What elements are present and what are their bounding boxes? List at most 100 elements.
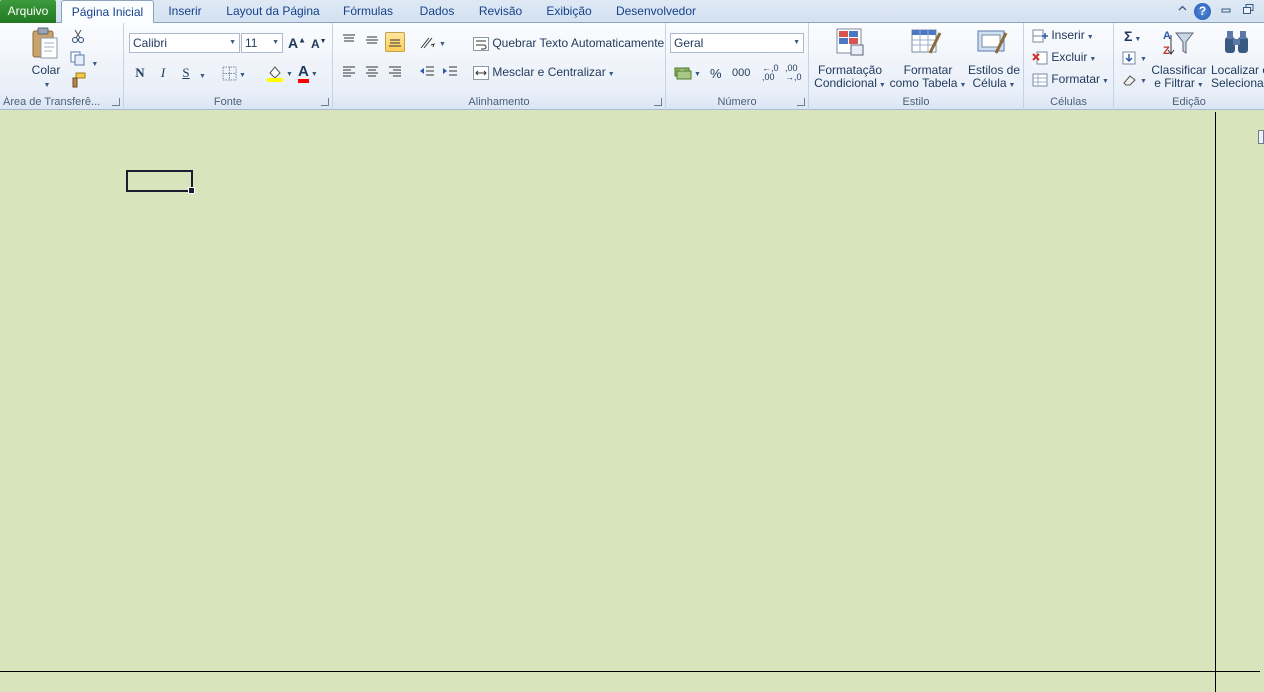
window-minimize-icon[interactable] xyxy=(1217,3,1234,20)
wrap-text-button[interactable]: Quebrar Texto Automaticamente xyxy=(473,36,664,51)
format-as-table-icon[interactable] xyxy=(910,27,942,60)
split-box-handle[interactable] xyxy=(1258,130,1264,144)
group-number: Geral ▼ ▼ % 000 ←,0 ,00 ,00 →,0 Número xyxy=(666,23,809,110)
align-left-icon xyxy=(343,66,355,77)
selected-cell[interactable] xyxy=(126,170,195,194)
fill-button[interactable]: ▼ xyxy=(1122,50,1147,65)
tab-view[interactable]: Exibição xyxy=(540,0,598,23)
paste-button[interactable]: Colar ▼ xyxy=(22,64,70,92)
number-launcher-icon[interactable] xyxy=(797,98,805,106)
thousands-separator-button[interactable]: 000 xyxy=(732,67,750,79)
tab-insert[interactable]: Inserir xyxy=(160,0,210,23)
window-restore-icon[interactable] xyxy=(1239,3,1256,20)
page-break-horizontal xyxy=(0,671,1260,672)
tab-page-layout[interactable]: Layout da Página xyxy=(222,0,324,23)
shrink-font-button[interactable]: A▼ xyxy=(311,37,327,51)
tab-data[interactable]: Dados xyxy=(412,0,462,23)
tab-developer[interactable]: Desenvolvedor xyxy=(610,0,702,23)
align-right-button[interactable] xyxy=(385,63,405,83)
find-select-line1: Localizar e xyxy=(1211,63,1264,77)
underline-button[interactable]: S xyxy=(176,63,196,83)
copy-dropdown-icon[interactable]: ▼ xyxy=(91,61,98,68)
tab-formulas[interactable]: Fórmulas xyxy=(336,0,400,23)
font-name-select[interactable]: Calibri ▼ xyxy=(129,33,240,53)
currency-format-button[interactable]: ▼ xyxy=(674,65,701,80)
align-center-button[interactable] xyxy=(362,63,382,83)
borders-icon xyxy=(222,66,237,81)
tab-review[interactable]: Revisão xyxy=(473,0,528,23)
merge-center-button[interactable]: Mesclar e Centralizar ▼ xyxy=(473,65,615,80)
decrease-indent-button[interactable] xyxy=(417,63,437,83)
delete-cells-button[interactable]: Excluir ▼ xyxy=(1032,50,1096,65)
chevron-down-icon: ▼ xyxy=(793,39,800,46)
fill-color-button[interactable]: ▼ xyxy=(266,64,293,82)
fill-down-icon xyxy=(1122,51,1136,65)
format-cells-button[interactable]: Formatar ▼ xyxy=(1032,72,1109,87)
increase-indent-icon xyxy=(443,66,457,76)
worksheet-area[interactable] xyxy=(0,110,1264,692)
cell-styles-line1: Estilos de xyxy=(967,63,1021,77)
borders-button[interactable]: ▼ xyxy=(222,66,246,81)
italic-button[interactable]: I xyxy=(153,63,173,83)
increase-decimal-icon: ←,0 ,00 xyxy=(762,63,779,82)
alignment-launcher-icon[interactable] xyxy=(654,98,662,106)
decrease-decimal-icon: ,00 →,0 xyxy=(785,63,802,82)
align-middle-button[interactable] xyxy=(362,32,382,52)
align-left-button[interactable] xyxy=(339,63,359,83)
paste-icon[interactable] xyxy=(30,27,60,64)
merge-center-label: Mesclar e Centralizar xyxy=(492,65,606,79)
grow-font-button[interactable]: A▲ xyxy=(288,35,306,51)
orientation-button[interactable]: ▼ xyxy=(419,35,446,50)
sort-filter-button[interactable]: Classificar e Filtrar ▼ xyxy=(1150,64,1208,92)
group-label-style: Estilo xyxy=(902,96,930,108)
tab-home[interactable]: Página Inicial xyxy=(61,0,154,24)
autosum-icon: Σ xyxy=(1124,28,1133,44)
help-icon[interactable]: ? xyxy=(1194,3,1211,20)
format-cells-icon xyxy=(1032,73,1048,87)
tab-file[interactable]: Arquivo xyxy=(0,0,56,23)
grow-font-icon: A xyxy=(288,35,299,51)
group-cells: Inserir ▼ Excluir ▼ Formatar ▼ Células xyxy=(1024,23,1114,110)
underline-dropdown-icon[interactable]: ▼ xyxy=(197,67,206,81)
paste-dropdown-icon[interactable]: ▼ xyxy=(44,82,51,89)
delete-cells-label: Excluir xyxy=(1051,50,1088,64)
format-painter-icon[interactable] xyxy=(70,72,86,91)
percent-button[interactable]: % xyxy=(710,66,722,81)
find-select-button[interactable]: Localizar e Selecionar xyxy=(1211,64,1264,90)
group-label-number: Número xyxy=(717,96,757,108)
align-top-icon xyxy=(343,34,355,42)
find-select-icon[interactable] xyxy=(1222,27,1252,60)
font-color-button[interactable]: A ▼ xyxy=(298,63,318,83)
font-size-select[interactable]: 11 ▼ xyxy=(241,33,283,53)
align-top-button[interactable] xyxy=(339,32,359,52)
cell-styles-line2: Célula xyxy=(972,76,1007,90)
chevron-down-icon: ▼ xyxy=(229,39,236,46)
conditional-formatting-button[interactable]: Formatação Condicional ▼ xyxy=(812,64,888,92)
format-as-table-button[interactable]: Formatar como Tabela ▼ xyxy=(889,64,967,92)
copy-icon[interactable]: ▼ xyxy=(70,50,98,69)
number-format-select[interactable]: Geral ▼ xyxy=(670,33,804,53)
conditional-formatting-icon[interactable] xyxy=(835,27,865,60)
insert-cells-icon xyxy=(1032,29,1048,43)
insert-cells-button[interactable]: Inserir ▼ xyxy=(1032,28,1094,43)
clipboard-launcher-icon[interactable] xyxy=(112,98,120,106)
increase-indent-button[interactable] xyxy=(440,63,460,83)
cut-icon[interactable] xyxy=(70,28,86,47)
bold-button[interactable]: N xyxy=(130,63,150,83)
align-bottom-button[interactable] xyxy=(385,32,405,52)
font-size-value: 11 xyxy=(245,36,258,50)
cell-styles-button[interactable]: Estilos de Célula ▼ xyxy=(966,64,1022,92)
autosum-button[interactable]: Σ ▼ xyxy=(1124,28,1141,44)
group-label-cells: Células xyxy=(1050,96,1087,108)
group-editing: Σ ▼ ▼ ▼ AZ Classificar e Filtrar ▼ Localiz… xyxy=(1114,23,1264,110)
decrease-decimal-button[interactable]: ,00 →,0 xyxy=(785,64,805,82)
font-launcher-icon[interactable] xyxy=(321,98,329,106)
clear-button[interactable]: ▼ xyxy=(1122,72,1147,87)
group-label-alignment: Alinhamento xyxy=(468,96,530,108)
font-name-value: Calibri xyxy=(133,36,168,50)
font-color-icon: A xyxy=(298,64,309,83)
sort-filter-icon[interactable]: AZ xyxy=(1162,27,1195,60)
cell-styles-icon[interactable] xyxy=(976,27,1008,60)
increase-decimal-button[interactable]: ←,0 ,00 xyxy=(762,64,782,82)
minimize-ribbon-icon[interactable] xyxy=(1174,3,1191,20)
